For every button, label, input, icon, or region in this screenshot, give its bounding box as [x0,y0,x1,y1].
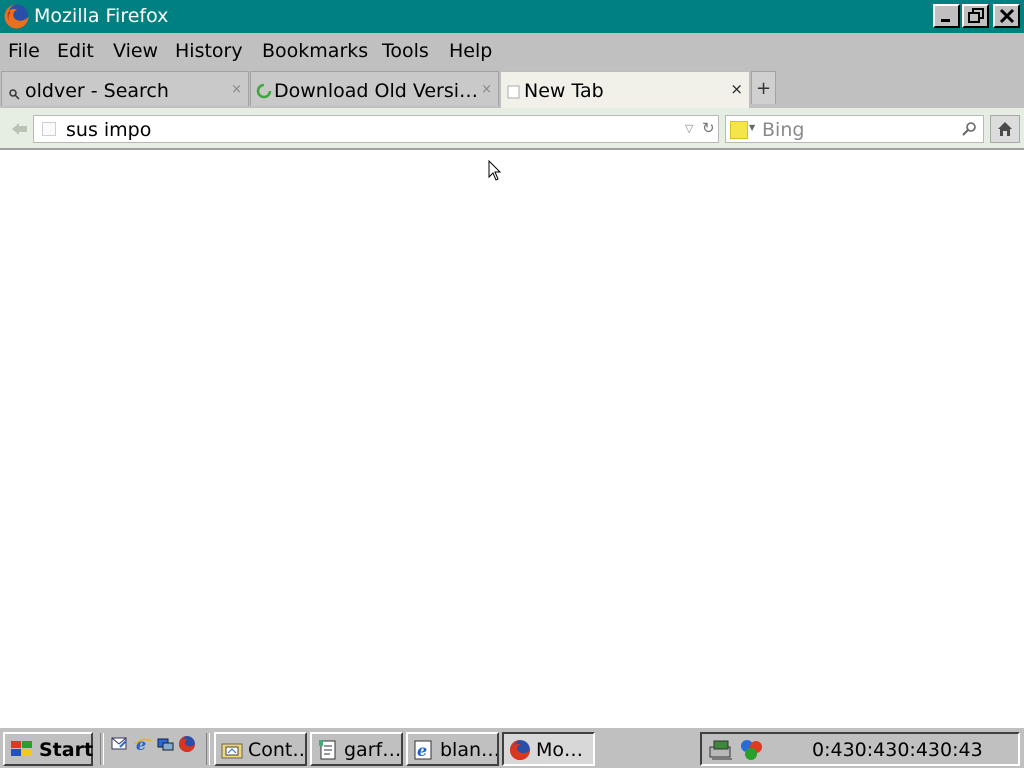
back-arrow-icon[interactable] [6,117,32,141]
tab-new-tab[interactable]: New Tab × [500,71,750,108]
menu-bookmarks[interactable]: Bookmarks [262,40,368,62]
task-label: Mo… [536,739,584,761]
tab-label: oldver - Search [25,80,169,102]
svg-text:e: e [417,741,427,760]
bing-engine-icon[interactable] [730,121,748,139]
reload-icon[interactable]: ↻ [702,119,715,137]
menu-tools[interactable]: Tools [382,40,429,62]
tab-download-old-version[interactable]: Download Old Versi… × [250,71,499,106]
network-icon[interactable] [708,737,736,767]
title-bar[interactable]: Mozilla Firefox [0,0,1024,33]
clock: 0:430:430:430:43 [812,739,983,761]
task-label: Cont… [248,739,307,761]
window-title: Mozilla Firefox [34,5,169,27]
tab-oldver-search[interactable]: oldver - Search × [1,71,249,106]
control-panel-icon [220,739,244,761]
task-mozilla-firefox[interactable]: Mo… [502,732,595,766]
taskbar-separator [206,733,210,765]
url-bar[interactable]: sus impo ▽ ↻ [33,115,719,143]
home-button[interactable] [990,115,1020,143]
task-notepad[interactable]: garf… [310,732,403,766]
notepad-icon [316,739,340,761]
tab-close-button[interactable]: × [481,82,492,97]
history-dropdown-icon[interactable]: ▽ [685,122,693,135]
firefox-icon [508,739,532,761]
menu-edit[interactable]: Edit [57,40,94,62]
task-control-panel[interactable]: Cont… [214,732,307,766]
menu-file[interactable]: File [8,40,40,62]
close-window-button[interactable] [993,4,1020,28]
system-tray: 0:430:430:430:43 [700,732,1020,766]
start-button[interactable]: Start [3,732,93,766]
page-content[interactable] [0,150,1024,726]
search-bar[interactable]: ▼ Bing [725,115,984,143]
tab-close-button[interactable]: × [730,80,743,98]
task-label: garf… [344,739,402,761]
start-label: Start [39,739,94,761]
home-icon [996,120,1014,142]
outlook-express-icon[interactable] [110,735,130,755]
windows-logo-icon [9,739,35,763]
taskbar-separator [100,733,104,765]
svg-text:e: e [136,735,146,753]
show-desktop-icon[interactable] [156,735,176,755]
chevron-down-icon[interactable]: ▼ [749,123,755,132]
new-tab-button[interactable]: + [751,71,776,104]
search-icon [8,85,20,104]
internet-explorer-icon: e [412,739,436,761]
task-internet-explorer[interactable]: e blan… [406,732,499,766]
tab-strip: oldver - Search × Download Old Versi… × … [0,69,1024,108]
blank-page-icon [507,84,520,103]
tab-label: New Tab [524,80,604,102]
taskbar: Start e Cont… garf… e blan… Mo… 0:430:43… [0,726,1024,768]
url-input[interactable]: sus impo [66,119,151,141]
internet-explorer-icon[interactable]: e [134,735,154,755]
restore-button[interactable] [962,4,989,28]
tab-label: Download Old Versi… [274,80,479,102]
search-input[interactable]: Bing [762,119,804,141]
minimize-button[interactable] [933,4,960,28]
firefox-icon[interactable] [178,735,198,755]
loading-spinner-icon [256,83,272,103]
task-label: blan… [440,739,499,761]
menu-help[interactable]: Help [449,40,492,62]
site-identity-icon[interactable] [42,122,56,136]
menu-history[interactable]: History [175,40,243,62]
display-settings-icon[interactable] [738,737,766,767]
menu-bar: File Edit View History Bookmarks Tools H… [0,33,1024,69]
menu-view[interactable]: View [113,40,158,62]
magnifier-icon[interactable] [961,121,977,141]
tab-close-button[interactable]: × [231,82,242,97]
mouse-cursor-icon [488,159,502,186]
firefox-logo-icon[interactable] [3,3,30,30]
navigation-bar: sus impo ▽ ↻ ▼ Bing [0,108,1024,150]
